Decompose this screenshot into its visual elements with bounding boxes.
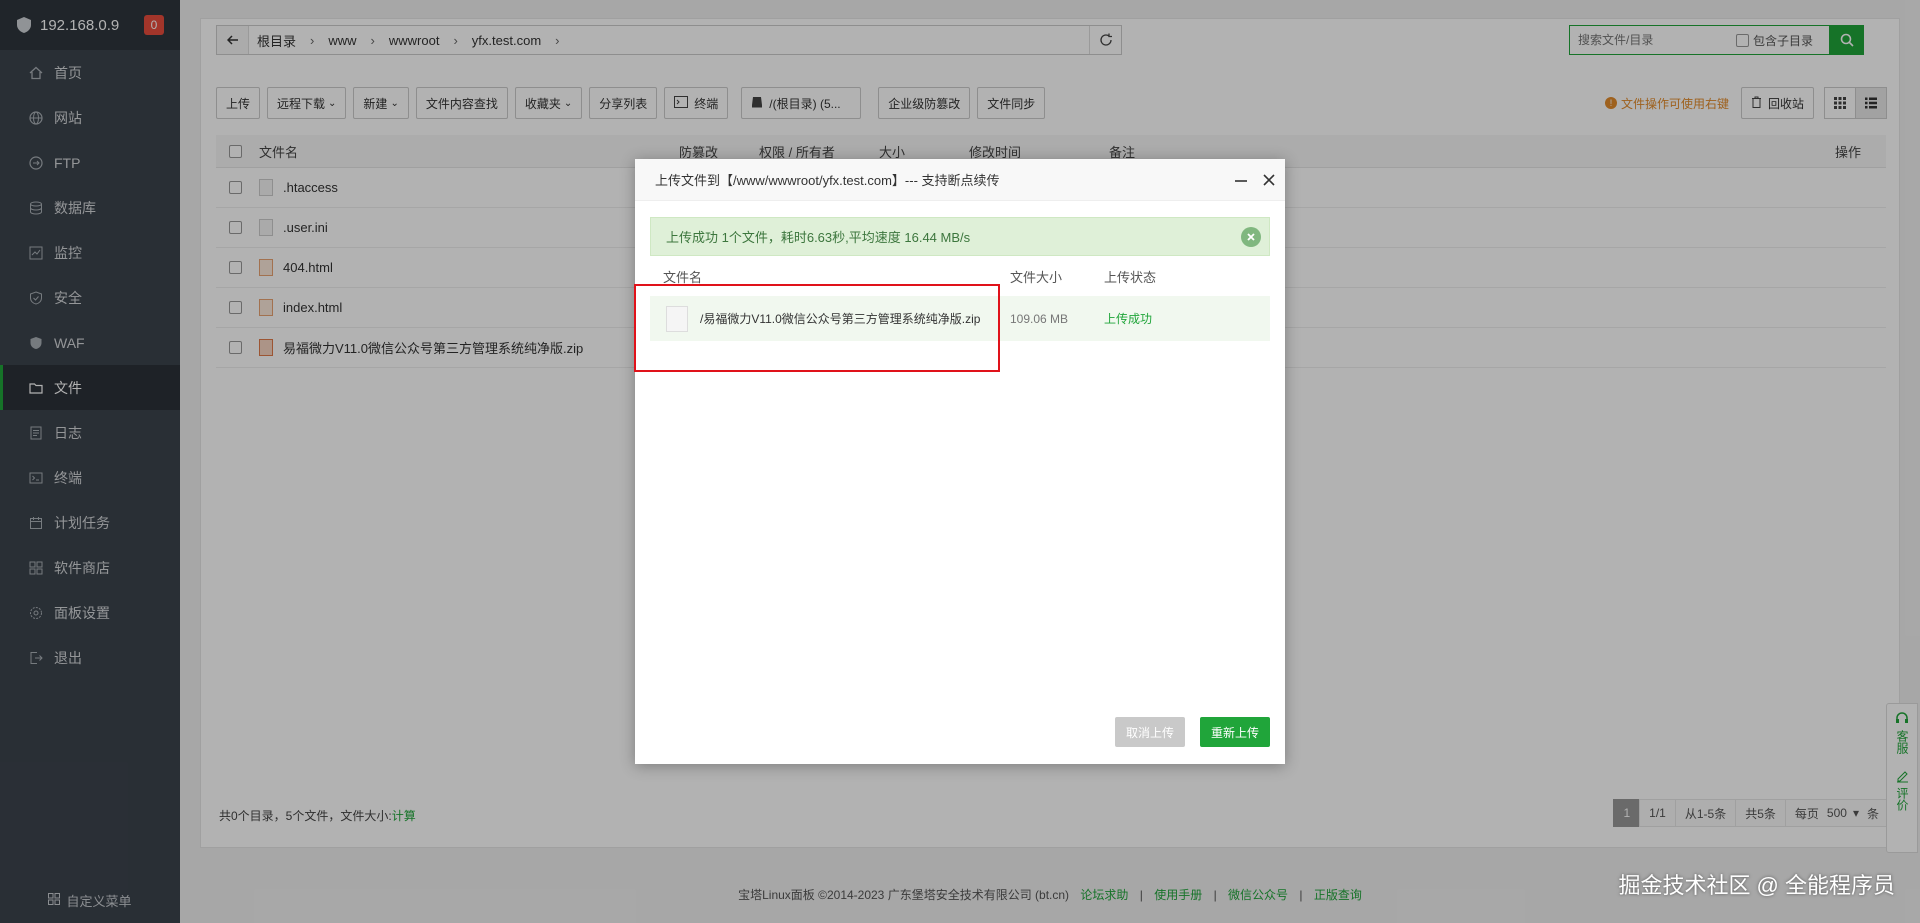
reupload-button[interactable]: 重新上传 — [1200, 717, 1270, 747]
minimize-icon — [1235, 179, 1247, 182]
dialog-title: 上传文件到【/www/wwwroot/yfx.test.com】--- 支持断点… — [655, 173, 1000, 188]
upload-success-alert: 上传成功 1个文件，耗时6.63秒,平均速度 16.44 MB/s — [650, 217, 1270, 256]
highlight-annotation-box — [634, 284, 1000, 372]
minimize-button[interactable] — [1229, 168, 1253, 192]
dialog-header: 上传文件到【/www/wwwroot/yfx.test.com】--- 支持断点… — [635, 159, 1285, 201]
watermark: 掘金技术社区 @ 全能程序员 — [1618, 873, 1895, 898]
dismiss-alert-button[interactable] — [1241, 227, 1261, 247]
close-icon — [1247, 233, 1255, 241]
upload-file-size: 109.06 MB — [1010, 311, 1069, 326]
alert-text: 上传成功 1个文件，耗时6.63秒,平均速度 16.44 MB/s — [666, 230, 971, 245]
upload-status: 上传成功 — [1104, 312, 1153, 326]
close-button[interactable] — [1257, 168, 1281, 192]
upload-dialog: 上传文件到【/www/wwwroot/yfx.test.com】--- 支持断点… — [635, 159, 1285, 764]
close-icon — [1263, 173, 1275, 186]
col-upload-status: 上传状态 — [1104, 270, 1157, 285]
col-file-size: 文件大小 — [1010, 270, 1063, 285]
cancel-upload-button[interactable]: 取消上传 — [1115, 717, 1185, 747]
